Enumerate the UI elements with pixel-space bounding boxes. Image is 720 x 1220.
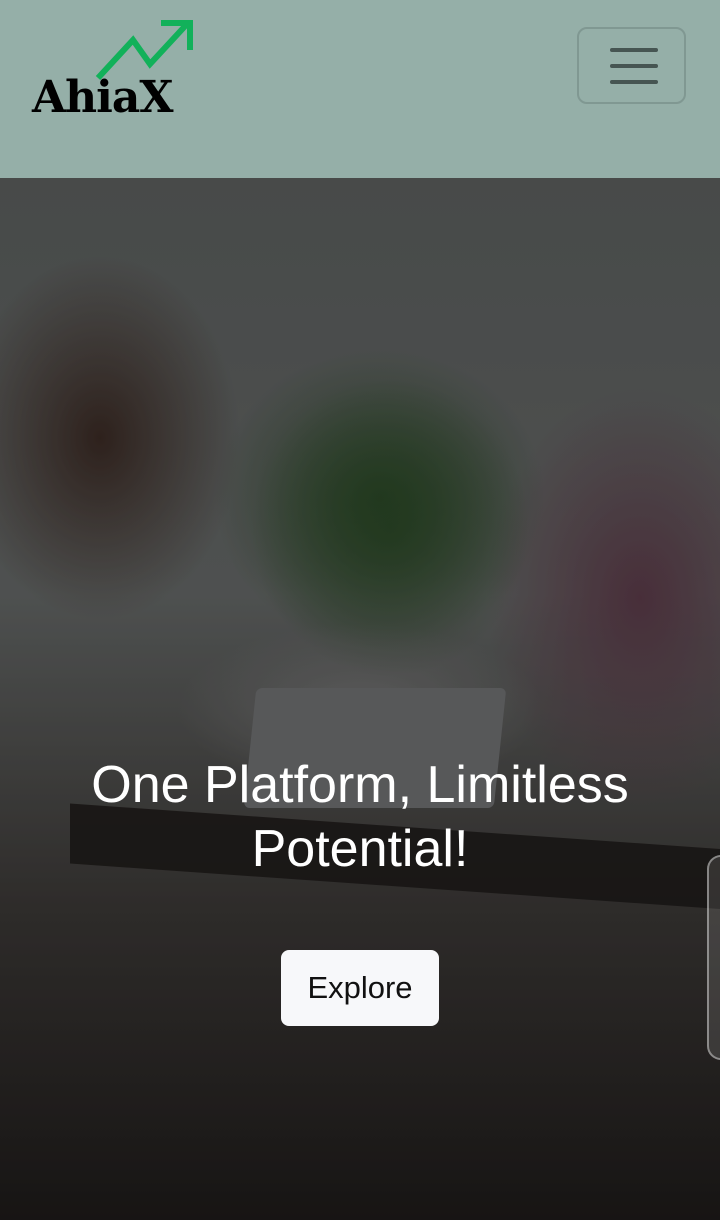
menu-toggle-button[interactable] bbox=[577, 27, 686, 104]
brand-logo[interactable]: AhiaX bbox=[30, 18, 195, 123]
hamburger-menu-icon bbox=[610, 48, 658, 52]
navbar: AhiaX bbox=[0, 0, 720, 178]
explore-button[interactable]: Explore bbox=[281, 950, 439, 1026]
hamburger-menu-icon-line bbox=[610, 64, 658, 68]
side-floating-panel[interactable] bbox=[707, 855, 720, 1060]
brand-name: AhiaX bbox=[32, 72, 173, 123]
hero-section: One Platform, Limitless Potential! Explo… bbox=[0, 178, 720, 1220]
hero-overlay bbox=[0, 178, 720, 1220]
hamburger-menu-icon-line bbox=[610, 80, 658, 84]
hero-title: One Platform, Limitless Potential! bbox=[91, 756, 629, 878]
